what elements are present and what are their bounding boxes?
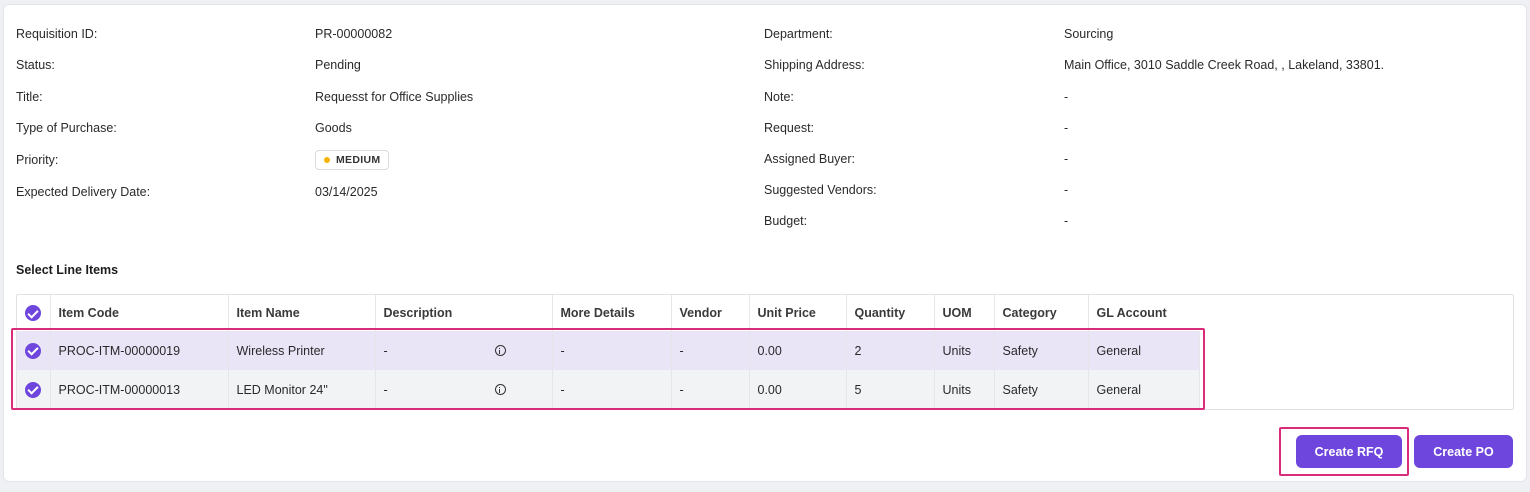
table-header-row: Item Code Item Name Description More Det… bbox=[17, 295, 1199, 331]
cell-uom: Units bbox=[934, 370, 995, 409]
assigned-buyer-value: - bbox=[1064, 152, 1069, 166]
shipping-address-label: Shipping Address: bbox=[764, 58, 865, 72]
header-description: Description bbox=[375, 295, 553, 331]
suggested-vendors-value: - bbox=[1064, 183, 1069, 197]
priority-badge-text: MEDIUM bbox=[336, 154, 381, 166]
note-value: - bbox=[1064, 90, 1069, 104]
header-quantity: Quantity bbox=[846, 295, 935, 331]
select-all-cell[interactable] bbox=[17, 295, 51, 331]
header-item-code: Item Code bbox=[50, 295, 229, 331]
cell-item-code: PROC-ITM-00000019 bbox=[50, 331, 229, 370]
budget-label: Budget: bbox=[764, 214, 808, 228]
budget-value: - bbox=[1064, 214, 1069, 228]
create-po-button[interactable]: Create PO bbox=[1414, 435, 1513, 468]
cell-unit-price: 0.00 bbox=[749, 331, 847, 370]
status-value: Pending bbox=[315, 58, 361, 72]
cell-vendor: - bbox=[671, 370, 750, 409]
cell-description: - bbox=[375, 331, 553, 370]
header-vendor: Vendor bbox=[671, 295, 750, 331]
requisition-id-value: PR-00000082 bbox=[315, 27, 393, 41]
info-icon[interactable] bbox=[494, 384, 506, 395]
row-checkbox-cell[interactable] bbox=[17, 331, 51, 370]
department-value: Sourcing bbox=[1064, 27, 1114, 41]
select-line-items-title: Select Line Items bbox=[16, 263, 119, 277]
row-checkbox-cell[interactable] bbox=[17, 370, 51, 409]
title-label: Title: bbox=[16, 90, 43, 104]
cell-more-details: - bbox=[552, 331, 672, 370]
cell-gl-account: General bbox=[1088, 331, 1200, 370]
expected-delivery-date-value: 03/14/2025 bbox=[315, 185, 378, 199]
cell-item-name: Wireless Printer bbox=[228, 331, 376, 370]
suggested-vendors-label: Suggested Vendors: bbox=[764, 183, 877, 197]
table-row[interactable]: PROC-ITM-00000013 LED Monitor 24" - - - … bbox=[17, 370, 1200, 409]
header-unit-price: Unit Price bbox=[749, 295, 847, 331]
shipping-address-value: Main Office, 3010 Saddle Creek Road, , L… bbox=[1064, 58, 1385, 72]
expected-delivery-date-label: Expected Delivery Date: bbox=[16, 185, 151, 199]
info-icon[interactable] bbox=[494, 345, 506, 356]
cell-category: Safety bbox=[994, 370, 1089, 409]
cell-description: - bbox=[375, 370, 553, 409]
department-label: Department: bbox=[764, 27, 833, 41]
description-text: - bbox=[383, 382, 388, 397]
cell-quantity: 5 bbox=[846, 370, 935, 409]
cell-unit-price: 0.00 bbox=[749, 370, 847, 409]
assigned-buyer-label: Assigned Buyer: bbox=[764, 152, 856, 166]
row-checkbox[interactable] bbox=[25, 342, 42, 359]
cell-vendor: - bbox=[671, 331, 750, 370]
header-gl-account: GL Account bbox=[1096, 306, 1167, 320]
cell-gl-account: General bbox=[1088, 370, 1200, 409]
header-more-details: More Details bbox=[552, 295, 672, 331]
title-value: Requesst for Office Supplies bbox=[315, 90, 474, 104]
header-category: Category bbox=[994, 295, 1089, 331]
row-checkbox[interactable] bbox=[25, 381, 42, 398]
cell-uom: Units bbox=[934, 331, 995, 370]
create-rfq-button[interactable]: Create RFQ bbox=[1296, 435, 1402, 468]
cell-more-details: - bbox=[552, 370, 672, 409]
priority-dot-icon bbox=[324, 157, 330, 163]
priority-label: Priority: bbox=[16, 153, 59, 167]
header-uom: UOM bbox=[934, 295, 995, 331]
cell-item-name: LED Monitor 24" bbox=[228, 370, 376, 409]
cell-quantity: 2 bbox=[846, 331, 935, 370]
status-label: Status: bbox=[16, 58, 55, 72]
line-items-table: Item Code Item Name Description More Det… bbox=[16, 294, 1514, 410]
cell-item-code: PROC-ITM-00000013 bbox=[50, 370, 229, 409]
cell-category: Safety bbox=[994, 331, 1089, 370]
request-label: Request: bbox=[764, 121, 815, 135]
header-item-name: Item Name bbox=[228, 295, 376, 331]
description-text: - bbox=[383, 343, 388, 358]
note-label: Note: bbox=[764, 90, 794, 104]
requisition-card: Requisition ID: PR-00000082 Status: Pend… bbox=[3, 4, 1527, 482]
requisition-id-label: Requisition ID: bbox=[16, 27, 98, 41]
request-value: - bbox=[1064, 121, 1069, 135]
type-of-purchase-label: Type of Purchase: bbox=[16, 121, 117, 135]
select-all-checkbox[interactable] bbox=[25, 305, 42, 321]
type-of-purchase-value: Goods bbox=[315, 121, 352, 135]
table-row[interactable]: PROC-ITM-00000019 Wireless Printer - - -… bbox=[17, 331, 1200, 370]
priority-badge: MEDIUM bbox=[315, 150, 390, 170]
